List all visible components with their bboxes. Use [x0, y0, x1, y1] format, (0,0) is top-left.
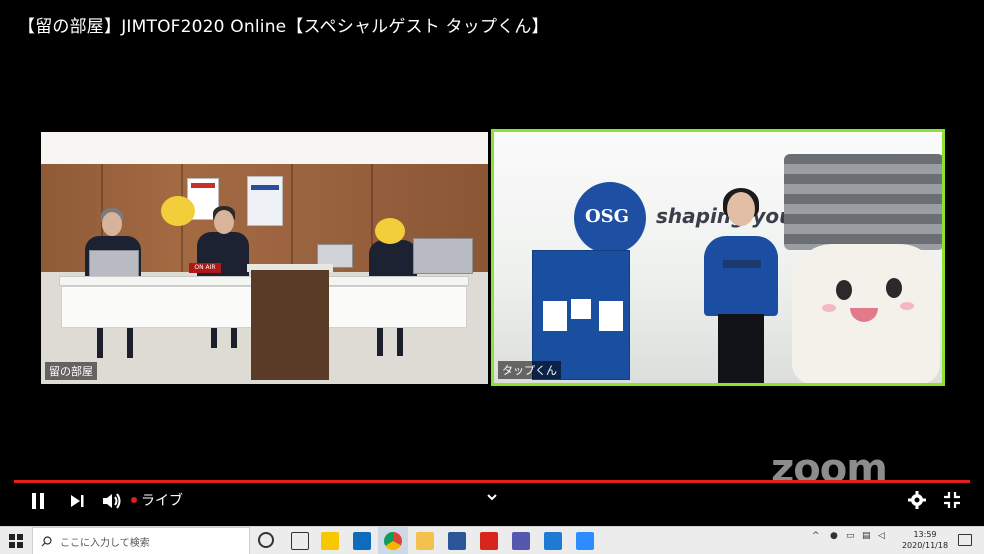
poster-jimtof [247, 176, 283, 226]
leg [211, 328, 217, 348]
volume-button[interactable] [100, 489, 124, 513]
participant-tile-left[interactable]: ON AIR 留の部屋 [41, 132, 488, 384]
mascot-tap-fins [784, 154, 942, 250]
leg [397, 328, 403, 356]
zoom-app-icon[interactable] [576, 532, 594, 550]
exit-fullscreen-icon [944, 492, 960, 508]
settings-button[interactable] [906, 489, 928, 511]
podium [251, 270, 329, 380]
leg [231, 328, 237, 348]
progress-bar[interactable] [14, 480, 970, 483]
onair-sign: ON AIR [189, 263, 221, 273]
chevron-down-icon [487, 494, 497, 501]
leg [377, 328, 383, 356]
volume-icon [103, 493, 121, 509]
exit-fullscreen-button[interactable] [941, 489, 963, 511]
zoom-watermark: zoom [771, 446, 888, 492]
head [102, 212, 122, 236]
head [727, 192, 755, 226]
chrome-icon[interactable] [384, 532, 402, 550]
live-dot-icon [131, 497, 137, 503]
mascot-eye [836, 280, 852, 300]
clock-time: 13:59 [913, 530, 937, 539]
laptop [89, 250, 139, 278]
start-button[interactable] [0, 527, 32, 554]
cortana-icon[interactable] [258, 532, 274, 548]
next-icon [71, 495, 84, 507]
photos-icon[interactable] [544, 532, 562, 550]
presenter-body [704, 236, 778, 316]
presenter-legs [718, 314, 764, 383]
participant-tile-right[interactable]: OSG shaping you タップくん [491, 129, 945, 386]
participant-name-label: 留の部屋 [45, 362, 97, 380]
acrobat-icon[interactable] [480, 532, 498, 550]
speaker-icon[interactable]: ◁ [878, 531, 885, 541]
mascot-mask [375, 218, 405, 244]
microphone-icon[interactable]: ● [830, 531, 838, 541]
taskbar-clock[interactable]: 13:59 2020/11/18 [900, 529, 950, 551]
laptop [413, 238, 473, 274]
notification-icon[interactable] [958, 534, 972, 546]
outlook-icon[interactable] [353, 532, 371, 550]
search-icon [41, 535, 52, 546]
sticky-notes-icon[interactable] [321, 532, 339, 550]
mascot-mask-display [161, 196, 195, 226]
pause-icon [32, 493, 44, 509]
windows-taskbar: ここに入力して検索 ^ ● ▭ ▤ ◁ 13:59 2020/11/18 [0, 526, 984, 554]
teams-icon[interactable] [512, 532, 530, 550]
word-icon[interactable] [448, 532, 466, 550]
wall-panel-line [291, 164, 293, 272]
network-icon[interactable]: ▤ [862, 531, 871, 541]
expand-button[interactable] [484, 489, 500, 505]
mascot-cheek [822, 304, 836, 312]
osg-logo-text: OSG [585, 206, 630, 227]
search-placeholder: ここに入力して検索 [60, 537, 150, 549]
gear-icon [908, 491, 926, 509]
leg [127, 328, 133, 358]
room-ceiling [41, 132, 488, 164]
taskbar-search-box[interactable]: ここに入力して検索 [32, 527, 250, 554]
tray-chevron-icon[interactable]: ^ [812, 531, 820, 541]
live-indicator[interactable]: ライブ [131, 490, 183, 510]
battery-icon[interactable]: ▭ [846, 531, 855, 541]
mascot-eye [886, 278, 902, 298]
video-title: 【留の部屋】JIMTOF2020 Online【スペシャルゲスト タップくん】 [18, 17, 549, 37]
file-explorer-icon[interactable] [416, 532, 434, 550]
live-label: ライブ [141, 493, 183, 509]
leg [97, 328, 103, 358]
task-view-icon[interactable] [291, 532, 309, 550]
pause-button[interactable] [27, 490, 49, 512]
mascot-cheek [900, 302, 914, 310]
head [214, 210, 234, 234]
next-button[interactable] [66, 490, 88, 512]
participant-name-label: タップくん [498, 361, 561, 379]
tablet [723, 260, 761, 268]
windows-icon [9, 534, 23, 548]
clock-date: 2020/11/18 [901, 541, 949, 550]
